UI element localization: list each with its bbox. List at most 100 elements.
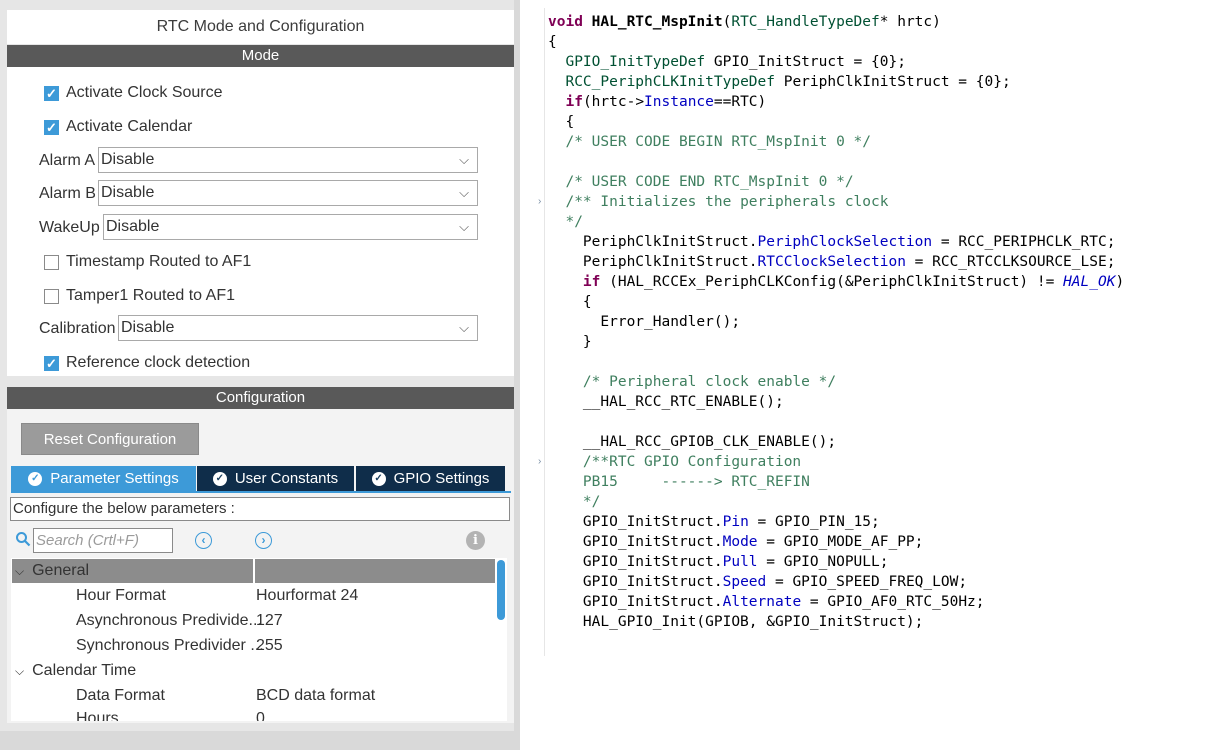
- code-line[interactable]: if(hrtc->Instance==RTC): [548, 92, 766, 112]
- activate-clock-source-checkbox[interactable]: Activate Clock Source: [44, 84, 223, 102]
- code-line[interactable]: if (HAL_RCCEx_PeriphCLKConfig(&PeriphClk…: [548, 272, 1124, 292]
- tamper1-af1-checkbox[interactable]: Tamper1 Routed to AF1: [44, 287, 235, 305]
- code-line[interactable]: __HAL_RCC_GPIOB_CLK_ENABLE();: [548, 432, 836, 452]
- code-token: /* USER CODE BEGIN RTC_MspInit 0 */: [565, 134, 872, 150]
- check-circle-icon: ✓: [212, 471, 227, 486]
- code-line[interactable]: {: [548, 292, 592, 312]
- checkbox-label: Activate Calendar: [66, 118, 193, 135]
- param-value[interactable]: Hourformat 24: [256, 587, 358, 605]
- checkbox-checked-icon[interactable]: [44, 85, 59, 101]
- code-line[interactable]: */: [548, 212, 582, 232]
- tab-user-constants[interactable]: ✓ User Constants: [197, 466, 354, 491]
- code-token: PeriphClkInitStruct = {0};: [774, 74, 1011, 90]
- code-line[interactable]: {: [548, 32, 557, 52]
- checkbox-unchecked-icon[interactable]: [44, 254, 59, 270]
- alarm-a-select[interactable]: Disable ⌵: [98, 147, 478, 173]
- code-line[interactable]: GPIO_InitStruct.Pull = GPIO_NOPULL;: [548, 552, 889, 572]
- select-value: Disable: [101, 151, 155, 168]
- timestamp-af1-checkbox[interactable]: Timestamp Routed to AF1: [44, 253, 251, 271]
- param-value[interactable]: 255: [256, 637, 283, 655]
- code-token: GPIO_InitStruct.: [548, 574, 723, 590]
- code-token: Pin: [722, 514, 749, 530]
- code-line[interactable]: GPIO_InitStruct.Alternate = GPIO_AF0_RTC…: [548, 592, 985, 612]
- chevron-left-icon[interactable]: ‹: [195, 532, 212, 549]
- code-token: ): [1115, 274, 1125, 290]
- param-name[interactable]: Data Format: [76, 687, 165, 705]
- code-line[interactable]: PeriphClkInitStruct.RTCClockSelection = …: [548, 252, 1116, 272]
- calibration-select[interactable]: Disable ⌵: [118, 315, 478, 341]
- code-line[interactable]: /* USER CODE BEGIN RTC_MspInit 0 */: [548, 132, 871, 152]
- parameters-hint: Configure the below parameters :: [10, 497, 510, 521]
- checkbox-label: Reference clock detection: [66, 354, 251, 371]
- code-line[interactable]: HAL_GPIO_Init(GPIOB, &GPIO_InitStruct);: [548, 612, 923, 632]
- alarm-b-select[interactable]: Disable ⌵: [98, 180, 478, 206]
- code-line[interactable]: GPIO_InitTypeDef GPIO_InitStruct = {0};: [548, 52, 905, 72]
- code-line[interactable]: RCC_PeriphCLKInitTypeDef PeriphClkInitSt…: [548, 72, 1011, 92]
- fold-icon[interactable]: ›: [538, 456, 541, 467]
- reference-clock-checkbox[interactable]: Reference clock detection: [44, 354, 250, 372]
- activate-calendar-checkbox[interactable]: Activate Calendar: [44, 118, 192, 136]
- code-line[interactable]: PeriphClkInitStruct.PeriphClockSelection…: [548, 232, 1116, 252]
- table-scrollbar[interactable]: [497, 560, 505, 620]
- fold-icon[interactable]: ›: [538, 196, 541, 207]
- chevron-right-icon[interactable]: ›: [255, 532, 272, 549]
- tab-underline: [11, 491, 511, 493]
- code-line[interactable]: Error_Handler();: [548, 312, 740, 332]
- code-line[interactable]: GPIO_InitStruct.Pin = GPIO_PIN_15;: [548, 512, 880, 532]
- code-token: * hrtc): [879, 14, 941, 30]
- reset-configuration-button[interactable]: Reset Configuration: [21, 423, 199, 455]
- group-calendar-time[interactable]: ⌵ Calendar Time: [15, 662, 136, 680]
- code-token: = RCC_PERIPHCLK_RTC;: [932, 234, 1116, 250]
- code-line[interactable]: GPIO_InitStruct.Mode = GPIO_MODE_AF_PP;: [548, 532, 924, 552]
- tab-parameter-settings[interactable]: ✓ Parameter Settings: [11, 466, 196, 491]
- checkbox-unchecked-icon[interactable]: [44, 288, 59, 304]
- param-value[interactable]: 0: [256, 710, 265, 721]
- panel-title: RTC Mode and Configuration: [7, 10, 514, 44]
- chevron-down-icon[interactable]: ⌵: [15, 564, 24, 578]
- code-token: }: [548, 334, 592, 350]
- param-name[interactable]: Asynchronous Predivide...: [76, 612, 262, 630]
- code-line[interactable]: /**RTC GPIO Configuration: [548, 452, 801, 472]
- select-value: Disable: [121, 319, 175, 336]
- checkbox-checked-icon[interactable]: [44, 355, 59, 371]
- code-token: = RCC_RTCCLKSOURCE_LSE;: [905, 254, 1116, 270]
- code-token: GPIO_InitStruct.: [548, 514, 723, 530]
- param-name[interactable]: Hour Format: [76, 587, 166, 605]
- code-line[interactable]: {: [548, 112, 574, 132]
- code-token: __HAL_RCC_GPIOB_CLK_ENABLE();: [548, 434, 837, 450]
- code-token: */: [582, 494, 601, 510]
- tab-label: User Constants: [234, 470, 339, 487]
- code-line[interactable]: /* Peripheral clock enable */: [548, 372, 836, 392]
- code-line[interactable]: void HAL_RTC_MspInit(RTC_HandleTypeDef* …: [548, 12, 941, 32]
- tab-gpio-settings[interactable]: ✓ GPIO Settings: [356, 466, 505, 491]
- param-name[interactable]: Synchronous Predivider ...: [76, 637, 264, 655]
- code-line[interactable]: /* USER CODE END RTC_MspInit 0 */: [548, 172, 853, 192]
- chevron-down-icon[interactable]: ⌵: [15, 664, 24, 678]
- param-name[interactable]: Hours: [76, 710, 119, 721]
- code-line[interactable]: */: [548, 492, 600, 512]
- mode-header: Mode: [7, 45, 514, 67]
- code-line[interactable]: /** Initializes the peripherals clock: [548, 192, 888, 212]
- code-line[interactable]: __HAL_RCC_RTC_ENABLE();: [548, 392, 784, 412]
- code-token: (HAL_RCCEx_PeriphCLKConfig(&PeriphClkIni…: [600, 274, 1064, 290]
- param-value[interactable]: BCD data format: [256, 687, 375, 705]
- alarm-b-label: Alarm B: [39, 185, 96, 202]
- code-token: {: [548, 294, 592, 310]
- editor-gutter: [544, 8, 545, 656]
- code-token: GPIO_InitStruct.: [548, 594, 723, 610]
- chevron-down-icon: ⌵: [459, 185, 469, 200]
- search-input[interactable]: Search (Crtl+F): [33, 528, 173, 553]
- info-icon[interactable]: i: [466, 531, 485, 550]
- code-token: RCC_PeriphCLKInitTypeDef: [565, 74, 775, 90]
- wakeup-select[interactable]: Disable ⌵: [103, 214, 478, 240]
- code-line[interactable]: GPIO_InitStruct.Speed = GPIO_SPEED_FREQ_…: [548, 572, 967, 592]
- param-value[interactable]: 127: [256, 612, 283, 630]
- code-line[interactable]: }: [548, 332, 592, 352]
- code-line[interactable]: PB15 ------> RTC_REFIN: [548, 472, 810, 492]
- checkbox-checked-icon[interactable]: [44, 119, 59, 135]
- group-general[interactable]: ⌵ General: [15, 562, 89, 580]
- bottom-scrollbar[interactable]: [0, 731, 520, 750]
- configuration-header: Configuration: [7, 387, 514, 409]
